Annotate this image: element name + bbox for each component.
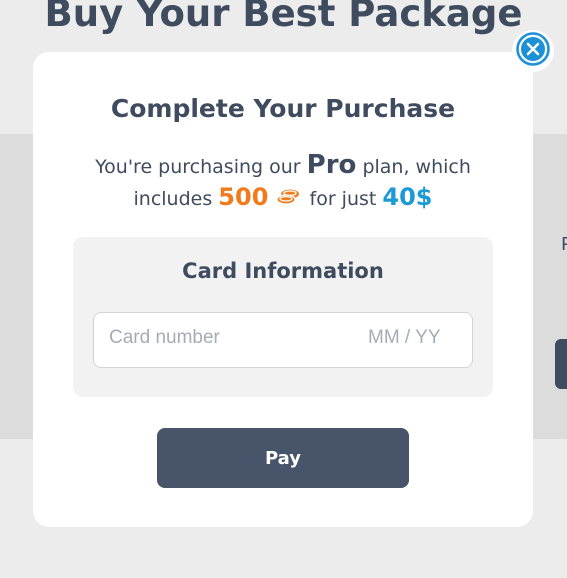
coins-icon (276, 188, 300, 211)
plan-suffix: plan, which (362, 156, 471, 178)
price: 40$ (382, 183, 433, 211)
card-information-title: Card Information (182, 259, 384, 283)
modal-title: Complete Your Purchase (110, 94, 456, 123)
coin-amount: 500 (218, 183, 269, 211)
purchase-modal: Complete Your Purchase You're purchasing… (33, 52, 533, 527)
plan-name: Pro (306, 150, 357, 180)
background-page-title: Buy Your Best Package (44, 0, 523, 35)
close-icon (516, 32, 550, 70)
includes-label: includes (133, 188, 213, 210)
pay-button[interactable]: Pay (157, 428, 409, 488)
card-information-section: Card Information (73, 237, 493, 397)
purchase-description-line2: includes 500 for just 40$ (33, 183, 533, 211)
background-edge-text: P (561, 234, 567, 255)
card-input-field[interactable] (93, 312, 473, 368)
close-button[interactable] (514, 32, 552, 70)
card-number-input[interactable] (109, 327, 339, 349)
background-edge-button (555, 339, 567, 389)
for-just-label: for just (309, 188, 377, 210)
purchase-prefix: You're purchasing our (95, 156, 301, 178)
card-expiry-input[interactable] (368, 327, 463, 349)
purchase-description-line1: You're purchasing our Pro plan, which (33, 150, 533, 180)
